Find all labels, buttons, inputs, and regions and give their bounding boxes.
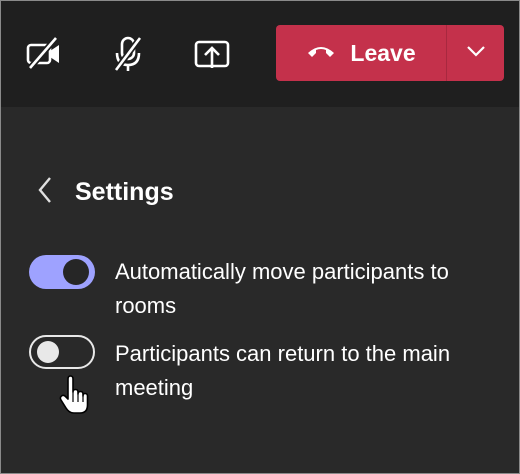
toggle-knob (63, 259, 89, 285)
chevron-down-icon (466, 44, 486, 62)
share-screen-icon[interactable] (191, 33, 233, 75)
meeting-toolbar: Leave (1, 1, 519, 107)
leave-label: Leave (350, 39, 416, 66)
leave-options-button[interactable] (447, 25, 504, 81)
leave-button-group: Leave (276, 25, 504, 81)
leave-button[interactable]: Leave (276, 25, 446, 81)
camera-off-icon[interactable] (23, 33, 65, 75)
return-to-main-label: Participants can return to the main meet… (115, 341, 451, 400)
phone-hangup-icon (306, 42, 336, 65)
meeting-window: Leave Settings Automatically move partic… (0, 0, 520, 474)
back-button[interactable] (31, 176, 59, 209)
auto-move-label: Automatically move participants to rooms (115, 259, 449, 318)
mic-off-icon[interactable] (107, 33, 149, 75)
page-title: Settings (75, 178, 174, 206)
chevron-left-icon (37, 176, 53, 209)
auto-move-toggle[interactable] (29, 255, 95, 289)
settings-panel: Settings Automatically move participants… (1, 107, 519, 473)
toggle-knob (37, 341, 59, 363)
return-to-main-toggle[interactable] (29, 335, 95, 369)
hand-cursor-icon (59, 375, 89, 415)
